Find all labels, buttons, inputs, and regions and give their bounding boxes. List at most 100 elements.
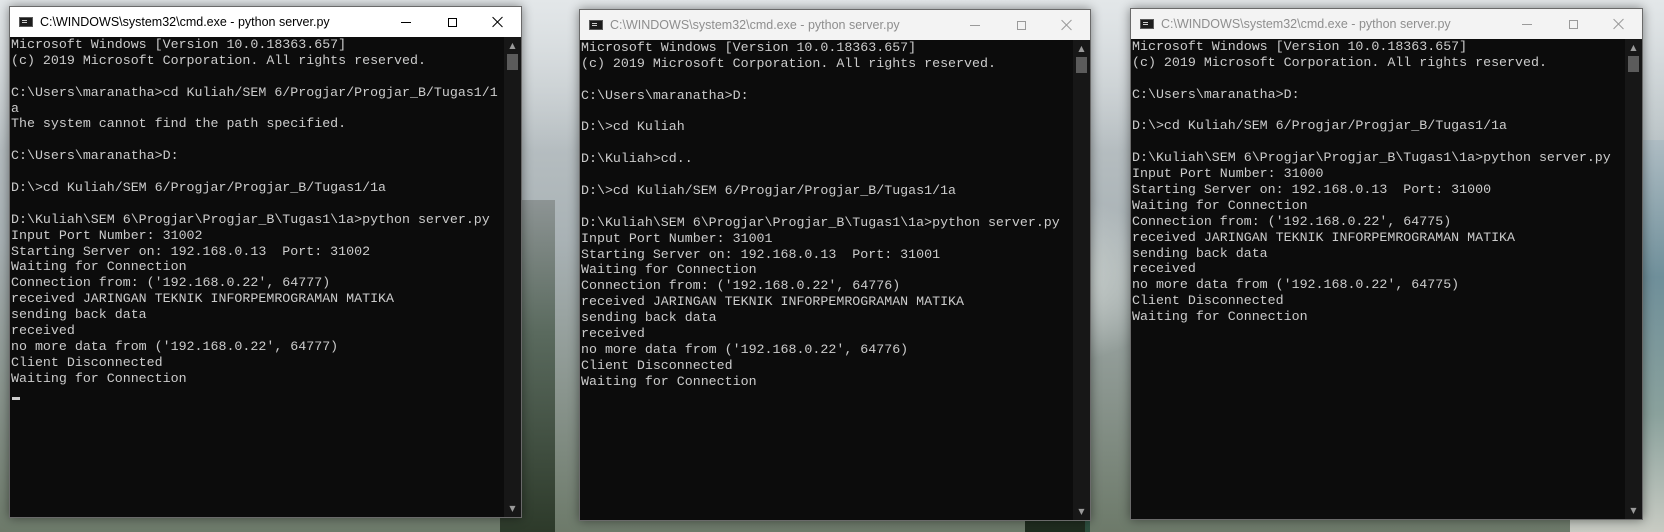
console-line: C:\Users\maranatha>cd Kuliah/SEM 6/Progj… <box>11 84 498 100</box>
console-line: received <box>11 323 75 339</box>
console-line: D:\Kuliah>cd.. <box>581 151 693 167</box>
console-line: received JARINGAN TEKNIK INFORPEMROGRAMA… <box>1132 229 1516 245</box>
console-line: Input Port Number: 31001 <box>581 230 773 246</box>
minimize-button[interactable] <box>1504 9 1550 39</box>
maximize-icon <box>1016 20 1026 30</box>
console-line: a <box>11 100 19 116</box>
text-cursor <box>12 396 20 400</box>
close-icon <box>492 16 504 28</box>
console-line: received <box>581 326 645 342</box>
console-line: received <box>1132 261 1196 277</box>
window-title: C:\WINDOWS\system32\cmd.exe - python ser… <box>610 18 900 32</box>
cmd-window-2[interactable]: C:\WINDOWS\system32\cmd.exe - python ser… <box>579 9 1091 521</box>
console-line: D:\Kuliah\SEM 6\Progjar\Progjar_B\Tugas1… <box>581 214 1060 230</box>
console-line: Connection from: ('192.168.0.22', 64776) <box>581 278 901 294</box>
console-line: D:\Kuliah\SEM 6\Progjar\Progjar_B\Tugas1… <box>1132 150 1611 166</box>
console-line: (c) 2019 Microsoft Corporation. All righ… <box>581 55 996 71</box>
scroll-down-icon[interactable]: ▼ <box>1625 502 1642 519</box>
window-title: C:\WINDOWS\system32\cmd.exe - python ser… <box>40 15 330 29</box>
console-line: Waiting for Connection <box>1132 197 1308 213</box>
minimize-icon <box>1522 23 1532 25</box>
vertical-scrollbar[interactable]: ▲ ▼ <box>1073 40 1090 520</box>
maximize-button[interactable] <box>429 7 475 37</box>
console-line: Waiting for Connection <box>11 259 187 275</box>
scroll-thumb[interactable] <box>1076 57 1087 73</box>
close-icon <box>1613 18 1625 30</box>
console-line: D:\Kuliah\SEM 6\Progjar\Progjar_B\Tugas1… <box>11 211 490 227</box>
window-controls <box>952 10 1090 40</box>
console-line: Starting Server on: 192.168.0.13 Port: 3… <box>11 243 371 259</box>
maximize-button[interactable] <box>1550 9 1596 39</box>
cmd-app-icon[interactable] <box>589 20 603 30</box>
console-line: Microsoft Windows [Version 10.0.18363.65… <box>1132 39 1468 54</box>
window-titlebar[interactable]: C:\WINDOWS\system32\cmd.exe - python ser… <box>1131 9 1642 39</box>
console-line: (c) 2019 Microsoft Corporation. All righ… <box>11 52 426 68</box>
console-line: D:\>cd Kuliah <box>581 119 685 135</box>
window-controls <box>1504 9 1642 39</box>
close-icon <box>1061 19 1073 31</box>
console-line: C:\Users\maranatha>D: <box>11 148 179 164</box>
minimize-button[interactable] <box>952 10 998 40</box>
console-line: Microsoft Windows [Version 10.0.18363.65… <box>11 37 347 52</box>
cmd-window-3[interactable]: C:\WINDOWS\system32\cmd.exe - python ser… <box>1130 8 1643 520</box>
console-output[interactable]: Microsoft Windows [Version 10.0.18363.65… <box>580 40 1073 520</box>
console-line: D:\>cd Kuliah/SEM 6/Progjar/Progjar_B/Tu… <box>1132 118 1508 134</box>
cmd-window-1[interactable]: C:\WINDOWS\system32\cmd.exe - python ser… <box>9 6 522 518</box>
scroll-thumb[interactable] <box>1628 56 1639 72</box>
minimize-icon <box>970 24 980 26</box>
maximize-icon <box>447 17 457 27</box>
maximize-button[interactable] <box>998 10 1044 40</box>
console-output[interactable]: Microsoft Windows [Version 10.0.18363.65… <box>10 37 504 517</box>
minimize-icon <box>401 21 411 23</box>
close-button[interactable] <box>1596 9 1642 39</box>
console-line: Client Disconnected <box>581 357 733 373</box>
cmd-app-icon[interactable] <box>19 17 33 27</box>
console-line: sending back data <box>1132 245 1268 261</box>
console-line: Client Disconnected <box>11 354 163 370</box>
scroll-up-icon[interactable]: ▲ <box>1073 40 1090 57</box>
console-line: sending back data <box>581 310 717 326</box>
console-line: Connection from: ('192.168.0.22', 64775) <box>1132 213 1452 229</box>
vertical-scrollbar[interactable]: ▲ ▼ <box>504 37 521 517</box>
console-line: Input Port Number: 31000 <box>1132 166 1324 182</box>
close-button[interactable] <box>1044 10 1090 40</box>
console-line: (c) 2019 Microsoft Corporation. All righ… <box>1132 54 1547 70</box>
cmd-app-icon[interactable] <box>1140 19 1154 29</box>
window-titlebar[interactable]: C:\WINDOWS\system32\cmd.exe - python ser… <box>10 7 521 37</box>
scroll-thumb[interactable] <box>507 54 518 70</box>
console-line: Waiting for Connection <box>11 370 187 386</box>
window-titlebar[interactable]: C:\WINDOWS\system32\cmd.exe - python ser… <box>580 10 1090 40</box>
console-line: The system cannot find the path specifie… <box>11 116 347 132</box>
console-output[interactable]: Microsoft Windows [Version 10.0.18363.65… <box>1131 39 1625 519</box>
console-line: no more data from ('192.168.0.22', 64776… <box>581 341 909 357</box>
console-line: D:\>cd Kuliah/SEM 6/Progjar/Progjar_B/Tu… <box>11 180 387 196</box>
scroll-up-icon[interactable]: ▲ <box>504 37 521 54</box>
scroll-up-icon[interactable]: ▲ <box>1625 39 1642 56</box>
console-line: Client Disconnected <box>1132 293 1284 309</box>
console-line: received JARINGAN TEKNIK INFORPEMROGRAMA… <box>11 291 395 307</box>
maximize-icon <box>1568 19 1578 29</box>
vertical-scrollbar[interactable]: ▲ ▼ <box>1625 39 1642 519</box>
cursor-line <box>11 387 504 403</box>
console-line: C:\Users\maranatha>D: <box>1132 86 1300 102</box>
window-title: C:\WINDOWS\system32\cmd.exe - python ser… <box>1161 17 1451 31</box>
console-line: no more data from ('192.168.0.22', 64775… <box>1132 277 1460 293</box>
console-line: received JARINGAN TEKNIK INFORPEMROGRAMA… <box>581 294 965 310</box>
console-line: Starting Server on: 192.168.0.13 Port: 3… <box>1132 182 1492 198</box>
window-controls <box>383 7 521 37</box>
minimize-button[interactable] <box>383 7 429 37</box>
console-line: sending back data <box>11 307 147 323</box>
scroll-down-icon[interactable]: ▼ <box>504 500 521 517</box>
console-line: D:\>cd Kuliah/SEM 6/Progjar/Progjar_B/Tu… <box>581 183 957 199</box>
scroll-down-icon[interactable]: ▼ <box>1073 503 1090 520</box>
console-line: Starting Server on: 192.168.0.13 Port: 3… <box>581 246 941 262</box>
close-button[interactable] <box>475 7 521 37</box>
